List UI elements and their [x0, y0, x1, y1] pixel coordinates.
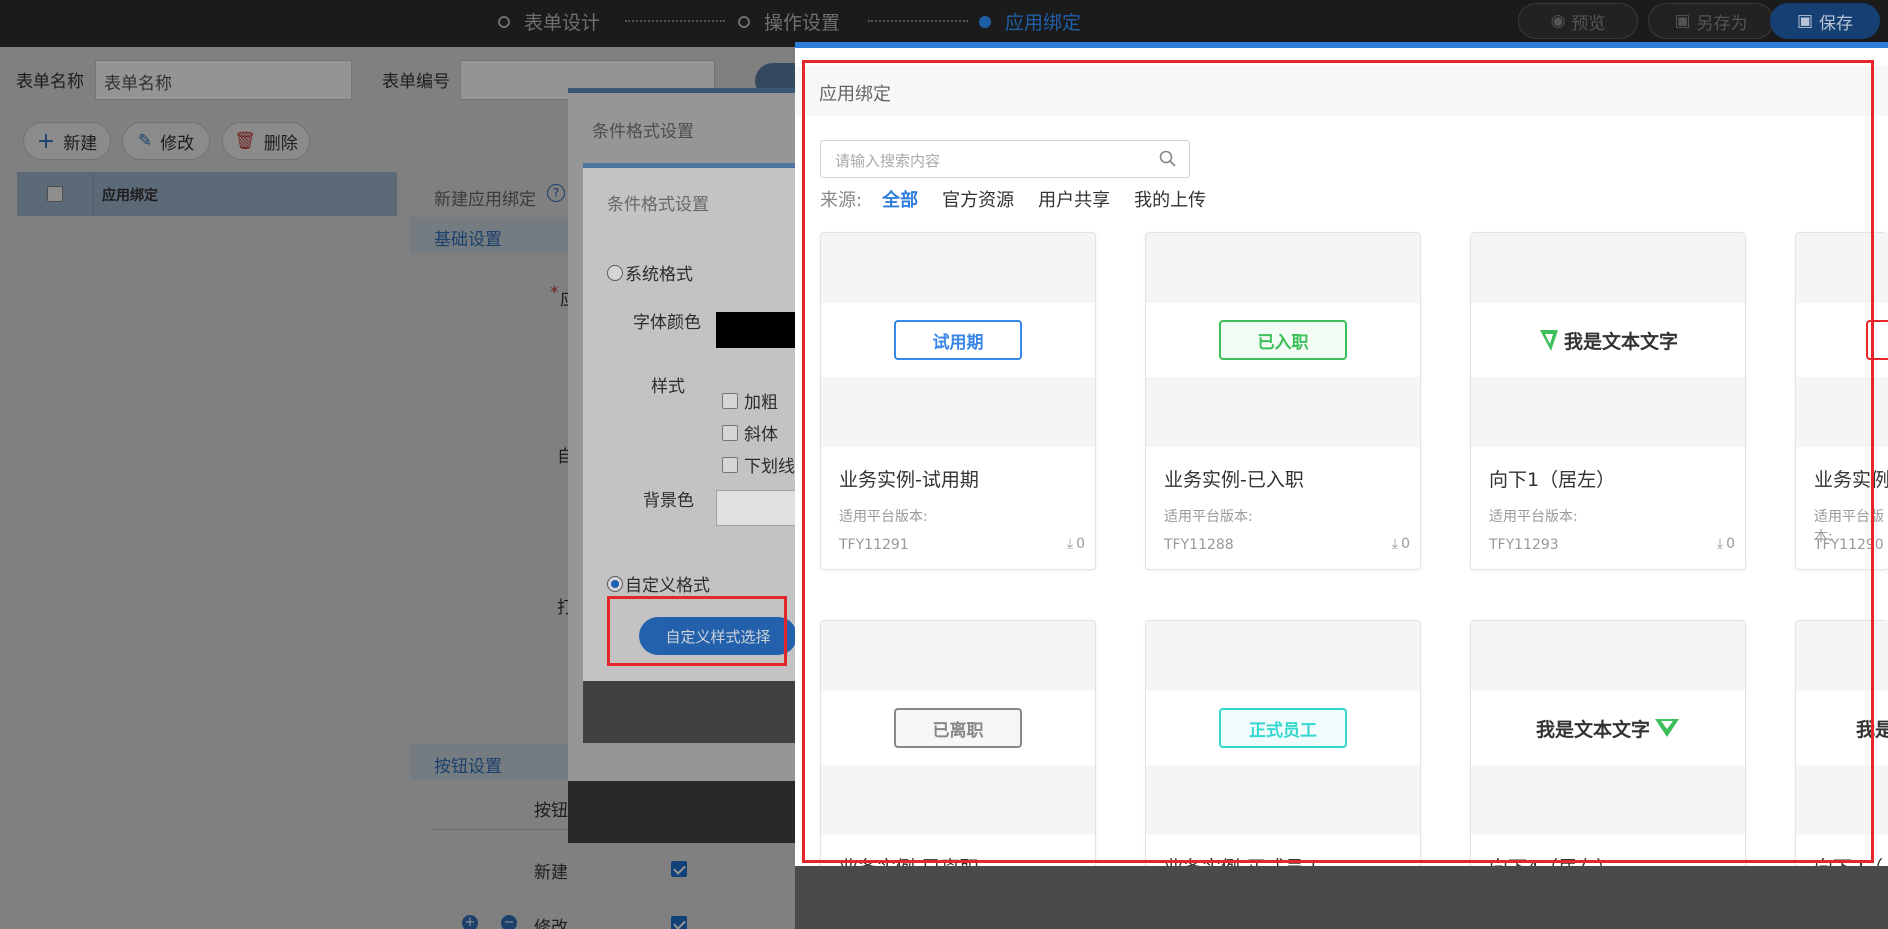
step-dot-icon: [738, 15, 750, 28]
step-app-binding[interactable]: 应用绑定: [979, 8, 1081, 35]
panel-footer: [795, 866, 1888, 929]
step-form-design[interactable]: 表单设计: [498, 8, 600, 35]
save-icon: ▣: [1796, 11, 1814, 31]
step-dot-icon: [979, 15, 991, 28]
save-as-icon: ▣: [1674, 11, 1691, 31]
step-connector: [868, 20, 968, 22]
eye-icon: ◉: [1550, 11, 1566, 31]
step-operation-settings[interactable]: 操作设置: [738, 8, 840, 35]
step-dot-icon: [498, 15, 510, 28]
top-bar: 表单设计 操作设置 应用绑定 ◉ 预览 ▣ 另存为 ▣ 保存: [0, 0, 1888, 47]
highlight-box-panel: [802, 60, 1874, 863]
highlight-box-custom-style: [607, 596, 787, 666]
preview-button[interactable]: ◉ 预览: [1518, 3, 1638, 39]
step-connector: [625, 20, 725, 22]
save-button[interactable]: ▣ 保存: [1770, 3, 1880, 39]
save-as-button[interactable]: ▣ 另存为: [1648, 3, 1774, 39]
